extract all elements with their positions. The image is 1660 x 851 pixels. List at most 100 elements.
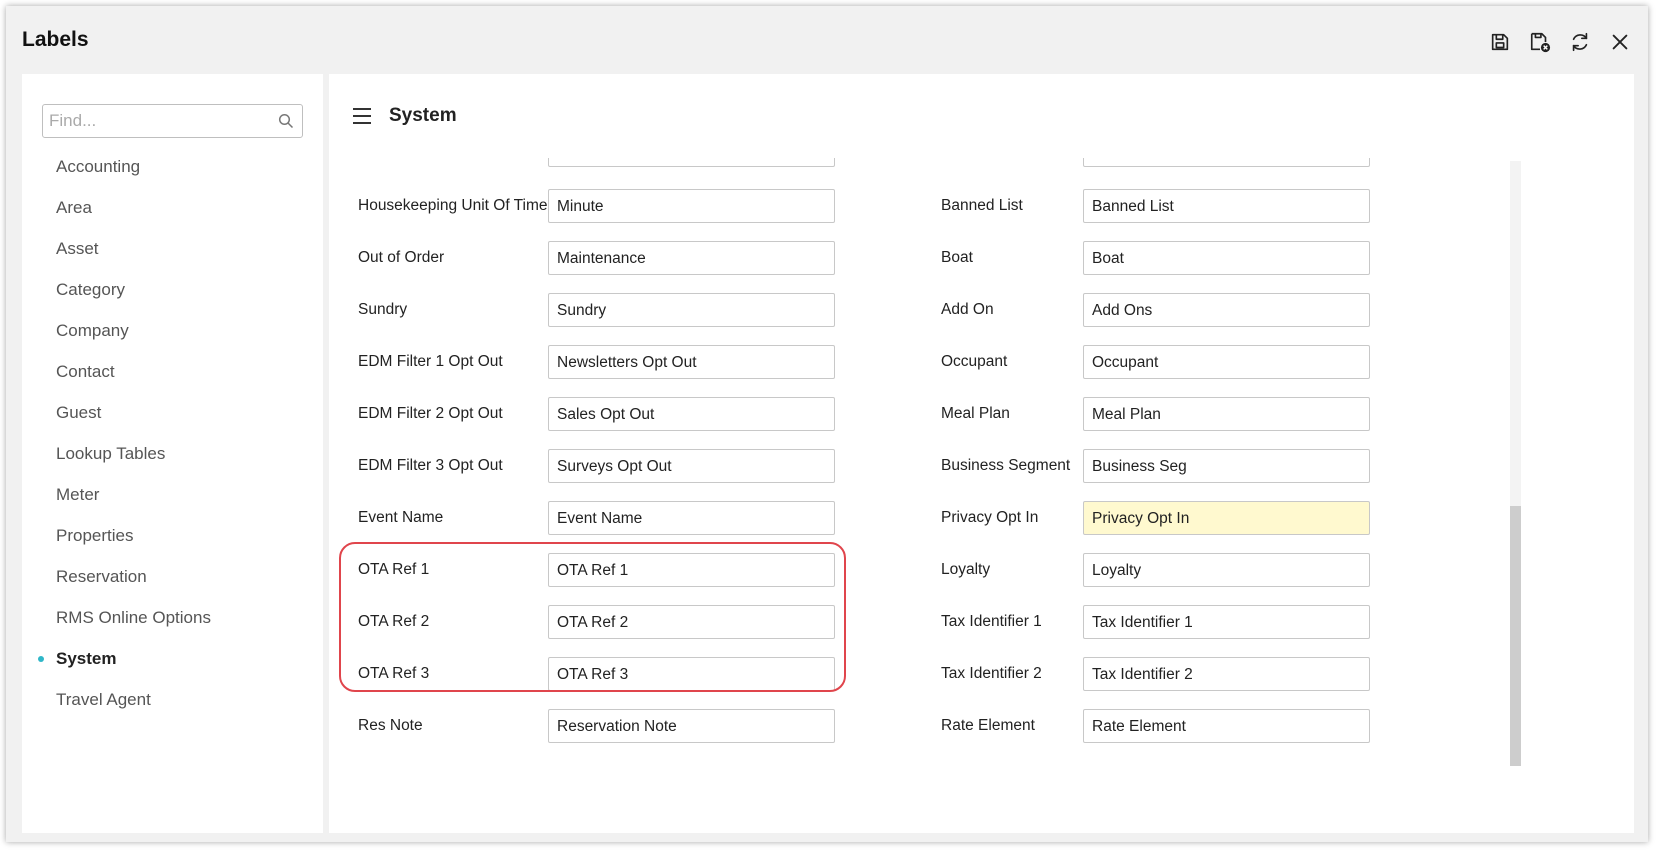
meal-plan-field[interactable] — [1083, 397, 1370, 431]
field-label: Business Segment — [941, 457, 1071, 474]
section-header: System — [329, 74, 1634, 158]
sidebar-item-label: RMS Online Options — [56, 607, 211, 627]
sidebar-item-company[interactable]: Company — [22, 310, 323, 351]
banned-list-field[interactable] — [1083, 189, 1370, 223]
form-row: EDM Filter 3 Opt Out Business Segment — [329, 449, 1514, 483]
field-label: Sundry — [358, 301, 408, 318]
window-title: Labels — [22, 28, 89, 51]
refresh-button[interactable] — [1568, 30, 1592, 54]
field-label: Rate Element — [941, 717, 1035, 734]
sidebar-item-guest[interactable]: Guest — [22, 392, 323, 433]
ota-ref-2-field[interactable] — [548, 605, 835, 639]
search-icon[interactable] — [278, 113, 294, 129]
sidebar-item-label: Lookup Tables — [56, 443, 166, 463]
field-label: Event Name — [358, 509, 444, 526]
housekeeping-unit-of-time-field[interactable] — [548, 189, 835, 223]
sidebar-item-meter[interactable]: Meter — [22, 474, 323, 515]
sidebar-item-asset[interactable]: Asset — [22, 228, 323, 269]
field-label: Occupant — [941, 353, 1008, 370]
save-button[interactable] — [1488, 30, 1512, 54]
sidebar-item-system[interactable]: System — [22, 638, 323, 679]
loyalty-field[interactable] — [1083, 553, 1370, 587]
sidebar-item-contact[interactable]: Contact — [22, 351, 323, 392]
field-label: EDM Filter 1 Opt Out — [358, 353, 503, 370]
event-name-field[interactable] — [548, 501, 835, 535]
search-input[interactable] — [49, 105, 264, 137]
ota-ref-3-field[interactable] — [548, 657, 835, 691]
sidebar-item-label: Contact — [56, 361, 115, 381]
field-label: Loyalty — [941, 561, 991, 578]
rate-element-field[interactable] — [1083, 709, 1370, 743]
form-row: OTA Ref 3 Tax Identifier 2 — [329, 657, 1514, 691]
edm-filter-2-opt-out-field[interactable] — [548, 397, 835, 431]
out-of-order-field[interactable] — [548, 241, 835, 275]
sidebar-nav: Accounting Area Asset Category Company C… — [22, 146, 323, 720]
field-label: Add On — [941, 301, 994, 318]
form-row: Sundry Add On — [329, 293, 1514, 327]
sidebar-item-label: Accounting — [56, 156, 141, 176]
field-label: OTA Ref 1 — [358, 561, 430, 578]
form-row: OTA Ref 2 Tax Identifier 1 — [329, 605, 1514, 639]
save-icon — [1491, 33, 1509, 51]
sidebar-item-accounting[interactable]: Accounting — [22, 146, 323, 187]
edm-filter-1-opt-out-field[interactable] — [548, 345, 835, 379]
field-label: EDM Filter 2 Opt Out — [358, 405, 503, 422]
field-label: Boat — [941, 249, 973, 266]
edm-filter-3-opt-out-field[interactable] — [548, 449, 835, 483]
tax-identifier-1-field[interactable] — [1083, 605, 1370, 639]
privacy-opt-in-field[interactable] — [1083, 501, 1370, 535]
form-row: OTA Ref 1 Loyalty — [329, 553, 1514, 587]
partial-field-right[interactable] — [1083, 158, 1370, 167]
sidebar-item-rms-online-options[interactable]: RMS Online Options — [22, 597, 323, 638]
field-label: Banned List — [941, 197, 1023, 214]
ota-ref-1-field[interactable] — [548, 553, 835, 587]
form-row: EDM Filter 1 Opt Out Occupant — [329, 345, 1514, 379]
occupant-field[interactable] — [1083, 345, 1370, 379]
form-row: Res Note Rate Element — [329, 709, 1514, 743]
active-indicator-dot — [38, 655, 44, 662]
refresh-icon — [1572, 32, 1588, 52]
boat-field[interactable] — [1083, 241, 1370, 275]
form-row-partial — [329, 158, 1514, 167]
search-box — [42, 104, 303, 138]
field-label: Tax Identifier 2 — [941, 665, 1042, 682]
sidebar-item-label: Meter — [56, 484, 100, 504]
add-on-field[interactable] — [1083, 293, 1370, 327]
sidebar-item-label: Asset — [56, 238, 99, 258]
form-row: Out of Order Boat — [329, 241, 1514, 275]
field-label: Out of Order — [358, 249, 445, 266]
sidebar-item-label: System — [56, 648, 117, 668]
sidebar-item-travel-agent[interactable]: Travel Agent — [22, 679, 323, 720]
field-label: Tax Identifier 1 — [941, 613, 1042, 630]
vertical-scrollbar[interactable] — [1510, 161, 1521, 766]
save-and-close-button[interactable] — [1528, 30, 1552, 54]
field-label: OTA Ref 3 — [358, 665, 430, 682]
business-segment-field[interactable] — [1083, 449, 1370, 483]
hamburger-menu-icon[interactable] — [353, 108, 371, 124]
sidebar-item-area[interactable]: Area — [22, 187, 323, 228]
labels-form: Housekeeping Unit Of Time Banned List Ou… — [329, 158, 1514, 833]
partial-field-left[interactable] — [548, 158, 835, 167]
sidebar-item-properties[interactable]: Properties — [22, 515, 323, 556]
sidebar-item-reservation[interactable]: Reservation — [22, 556, 323, 597]
close-button[interactable] — [1608, 30, 1632, 54]
sidebar-item-category[interactable]: Category — [22, 269, 323, 310]
title-bar: Labels — [6, 6, 1648, 70]
form-row: Housekeeping Unit Of Time Banned List — [329, 189, 1514, 223]
main-panel: System Housekeeping Unit Of Time Banned … — [329, 74, 1634, 833]
toolbar — [1488, 30, 1632, 54]
field-label: Privacy Opt In — [941, 509, 1039, 526]
sidebar-item-label: Company — [56, 320, 129, 340]
sundry-field[interactable] — [548, 293, 835, 327]
sidebar-item-label: Properties — [56, 525, 134, 545]
field-label: Housekeeping Unit Of Time — [358, 197, 548, 214]
sidebar-item-lookup-tables[interactable]: Lookup Tables — [22, 433, 323, 474]
sidebar-item-label: Travel Agent — [56, 689, 151, 709]
sidebar: Accounting Area Asset Category Company C… — [22, 74, 323, 833]
field-label: Meal Plan — [941, 405, 1010, 422]
form-row: EDM Filter 2 Opt Out Meal Plan — [329, 397, 1514, 431]
scrollbar-thumb[interactable] — [1510, 506, 1521, 766]
tax-identifier-2-field[interactable] — [1083, 657, 1370, 691]
res-note-field[interactable] — [548, 709, 835, 743]
field-label: OTA Ref 2 — [358, 613, 430, 630]
